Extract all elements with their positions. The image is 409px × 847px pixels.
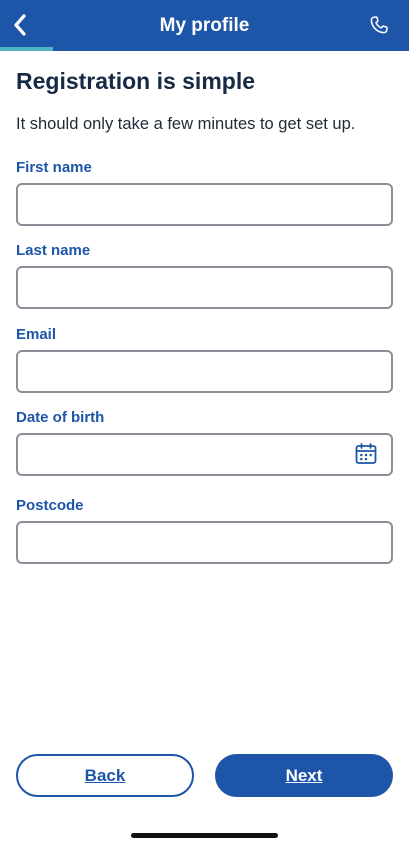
first-name-label: First name — [16, 159, 92, 176]
home-indicator — [131, 833, 278, 838]
progress-bar — [0, 47, 409, 51]
page-title: My profile — [159, 14, 250, 36]
calendar-icon — [355, 443, 377, 464]
phone-icon — [370, 16, 388, 34]
app-header: My profile — [0, 0, 409, 51]
registration-screen: My profile Registration is simple It sho… — [0, 0, 409, 847]
page-subheading: It should only take a few minutes to get… — [16, 115, 356, 133]
email-input[interactable] — [16, 350, 393, 393]
dob-label: Date of birth — [16, 409, 105, 426]
last-name-input[interactable] — [16, 266, 393, 309]
postcode-input[interactable] — [16, 521, 393, 564]
progress-fill — [0, 47, 54, 51]
first-name-input[interactable] — [16, 183, 393, 226]
email-label: Email — [16, 326, 57, 343]
next-button[interactable]: Next — [215, 754, 393, 797]
calendar-picker-button[interactable] — [354, 442, 378, 466]
postcode-label: Postcode — [16, 497, 84, 514]
last-name-label: Last name — [16, 242, 91, 259]
dob-input[interactable] — [16, 433, 393, 476]
page-heading: Registration is simple — [16, 68, 256, 94]
back-button[interactable]: Back — [16, 754, 194, 797]
call-button[interactable] — [367, 13, 391, 37]
